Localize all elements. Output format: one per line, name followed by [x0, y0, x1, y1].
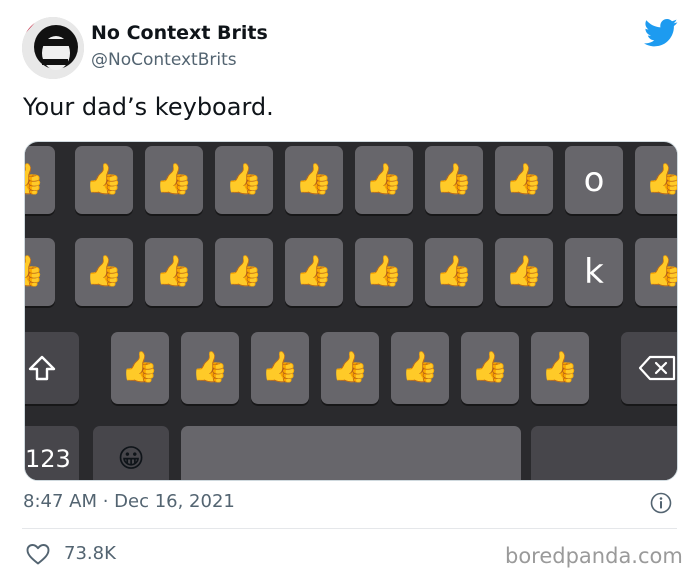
thumbs-up-key: 👍: [635, 238, 677, 306]
thumbs-up-emoji: 👍: [261, 350, 299, 385]
key-k: k: [565, 238, 623, 306]
thumbs-up-emoji: 👍: [191, 350, 229, 385]
backspace-key: [621, 332, 677, 404]
thumbs-up-key: 👍: [635, 146, 677, 214]
thumbs-up-emoji: 👍: [225, 254, 263, 289]
thumbs-up-key: 👍: [181, 332, 239, 404]
key-o-label: o: [583, 160, 605, 200]
thumbs-up-key: 👍: [355, 146, 413, 214]
heart-icon[interactable]: [25, 542, 51, 566]
numbers-key-label: 123: [25, 445, 71, 473]
thumbs-up-key: 👍: [251, 332, 309, 404]
thumbs-up-emoji: 👍: [121, 350, 159, 385]
watermark: boredpanda.com: [505, 544, 683, 568]
thumbs-up-emoji: 👍: [435, 162, 473, 197]
thumbs-up-emoji: 👍: [645, 257, 677, 287]
thumbs-up-key: 👍: [425, 146, 483, 214]
info-icon[interactable]: [650, 492, 672, 514]
thumbs-up-key: 👍: [531, 332, 589, 404]
thumbs-up-key: 👍: [145, 146, 203, 214]
smiley-emoji: 😀: [117, 444, 145, 474]
thumbs-up-emoji: 👍: [401, 350, 439, 385]
divider: [22, 528, 677, 529]
thumbs-up-emoji: 👍: [505, 162, 543, 197]
thumbs-up-key: 👍: [145, 238, 203, 306]
thumbs-up-emoji: 👍: [541, 350, 579, 385]
thumbs-up-emoji: 👍: [435, 254, 473, 289]
thumbs-up-emoji: 👍: [85, 162, 123, 197]
thumbs-up-emoji: 👍: [331, 350, 369, 385]
thumbs-up-key: 👍: [111, 332, 169, 404]
twitter-bird-icon[interactable]: [644, 18, 678, 48]
thumbs-up-emoji: 👍: [645, 165, 677, 195]
avatar-image: [22, 17, 84, 79]
emoji-key: 😀: [93, 426, 169, 480]
thumbs-up-emoji: 👍: [365, 254, 403, 289]
tweet-text: Your dad’s keyboard.: [23, 93, 274, 121]
thumbs-up-emoji: 👍: [155, 162, 193, 197]
key-k-label: k: [584, 252, 604, 292]
thumbs-up-key: 👍: [285, 238, 343, 306]
tweet-timestamp[interactable]: 8:47 AM · Dec 16, 2021: [23, 491, 235, 512]
thumbs-up-key: 👍: [425, 238, 483, 306]
thumbs-up-emoji: 👍: [295, 254, 333, 289]
thumbs-up-key: 👍: [215, 146, 273, 214]
shift-icon: [28, 355, 56, 381]
thumbs-up-key: 👍: [495, 238, 553, 306]
thumbs-up-emoji: 👍: [295, 162, 333, 197]
thumbs-up-key: 👍: [495, 146, 553, 214]
thumbs-up-emoji: 👍: [25, 257, 45, 287]
thumbs-up-key: 👍: [75, 146, 133, 214]
thumbs-up-key: 👍: [25, 146, 55, 214]
tweet-media-image[interactable]: 👍 👍 👍 👍 👍 👍 👍 👍 o 👍 👍 👍 👍 👍 👍 👍 👍 👍 k 👍 …: [24, 141, 678, 481]
return-key: [531, 426, 677, 480]
thumbs-up-key: 👍: [25, 238, 55, 306]
thumbs-up-key: 👍: [75, 238, 133, 306]
like-count[interactable]: 73.8K: [64, 543, 116, 564]
numbers-key: 123: [25, 426, 79, 480]
thumbs-up-emoji: 👍: [505, 254, 543, 289]
thumbs-up-emoji: 👍: [365, 162, 403, 197]
key-o: o: [565, 146, 623, 214]
thumbs-up-emoji: 👍: [471, 350, 509, 385]
thumbs-up-key: 👍: [355, 238, 413, 306]
thumbs-up-key: 👍: [285, 146, 343, 214]
avatar[interactable]: [22, 17, 84, 79]
space-bar: [181, 426, 521, 480]
shift-key: [25, 332, 79, 404]
thumbs-up-key: 👍: [461, 332, 519, 404]
author-display-name[interactable]: No Context Brits: [91, 22, 268, 44]
backspace-icon: [638, 355, 676, 381]
thumbs-up-emoji: 👍: [225, 162, 263, 197]
thumbs-up-emoji: 👍: [155, 254, 193, 289]
thumbs-up-key: 👍: [391, 332, 449, 404]
thumbs-up-key: 👍: [321, 332, 379, 404]
author-handle[interactable]: @NoContextBrits: [91, 50, 237, 70]
thumbs-up-emoji: 👍: [85, 254, 123, 289]
thumbs-up-emoji: 👍: [25, 165, 45, 195]
thumbs-up-key: 👍: [215, 238, 273, 306]
